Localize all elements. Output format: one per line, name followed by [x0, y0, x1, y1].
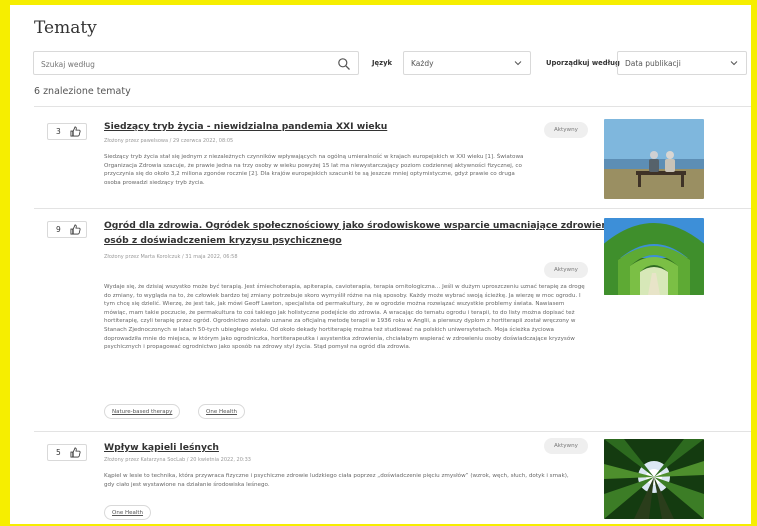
topic-excerpt: Wydaje się, że dzisiaj wszystko może być… [104, 284, 585, 351]
thumbs-up-icon [70, 447, 81, 458]
topic-meta: Złożony przez pawelsowa / 29 czerwca 202… [104, 138, 234, 144]
page-accent [0, 335, 3, 395]
chevron-down-icon [514, 61, 522, 66]
results-count: 6 znalezione tematy [34, 86, 131, 97]
topic-title-line: osób z doświadczeniem kryzysu psychiczne… [104, 235, 342, 246]
status-badge: Aktywny [544, 262, 588, 278]
topic-meta: Złożony przez Katarzyna SocLab / 20 kwie… [104, 457, 251, 463]
topic-excerpt: Siedzący tryb życia stał się jednym z ni… [104, 154, 524, 186]
topic-title-line: Ogród dla zdrowia. Ogródek społecznościo… [104, 220, 618, 231]
vote-count: 9 [56, 225, 61, 234]
sort-value: Data publikacji [625, 59, 681, 68]
status-badge: Aktywny [544, 438, 588, 454]
vote-button[interactable]: 5 [47, 444, 87, 461]
thumbs-up-icon [70, 224, 81, 235]
tag-link[interactable]: One Health [104, 505, 152, 520]
language-value: Każdy [411, 59, 434, 68]
thumbs-up-icon [70, 126, 81, 137]
topic-item: 5 Wpływ kąpieli leśnych Złożony przez Ka… [34, 432, 751, 524]
tag-link[interactable]: Nature-based therapy [104, 404, 181, 419]
language-select[interactable]: Każdy [403, 51, 531, 75]
bench-photo [604, 119, 704, 199]
forest-canopy-photo [604, 439, 704, 519]
chevron-down-icon [730, 61, 738, 66]
content-panel: Tematy Język Każdy Uporządkuj według Dat… [10, 5, 751, 524]
topic-meta: Złożony przez Marta Korolczuk / 31 maja … [104, 254, 238, 260]
sort-select[interactable]: Data publikacji [617, 51, 747, 75]
vote-button[interactable]: 3 [47, 123, 87, 140]
vote-count: 3 [56, 127, 61, 136]
status-badge: Aktywny [544, 122, 588, 138]
topic-title-link[interactable]: Wpływ kąpieli leśnych [104, 440, 219, 455]
topic-title-link[interactable]: Siedzący tryb życia - niewidzialna pande… [104, 119, 387, 134]
topic-title-link[interactable]: Ogród dla zdrowia. Ogródek społecznościo… [104, 218, 617, 248]
vote-button[interactable]: 9 [47, 221, 87, 238]
vote-count: 5 [56, 448, 61, 457]
topic-item: 9 Ogród dla zdrowia. Ogródek społecznośc… [34, 209, 751, 431]
garden-arch-photo [604, 218, 704, 295]
search-box[interactable] [33, 51, 359, 76]
tag-link[interactable]: One Health [198, 404, 246, 419]
search-icon[interactable] [337, 57, 351, 71]
topic-item: 3 Siedzący tryb życia - niewidzialna pan… [34, 107, 751, 207]
page-title: Tematy [34, 18, 97, 38]
topic-excerpt: Kąpiel w lesie to technika, która przywr… [104, 473, 569, 488]
sort-label: Uporządkuj według [546, 59, 620, 67]
language-label: Język [372, 59, 393, 67]
search-input[interactable] [34, 53, 338, 76]
